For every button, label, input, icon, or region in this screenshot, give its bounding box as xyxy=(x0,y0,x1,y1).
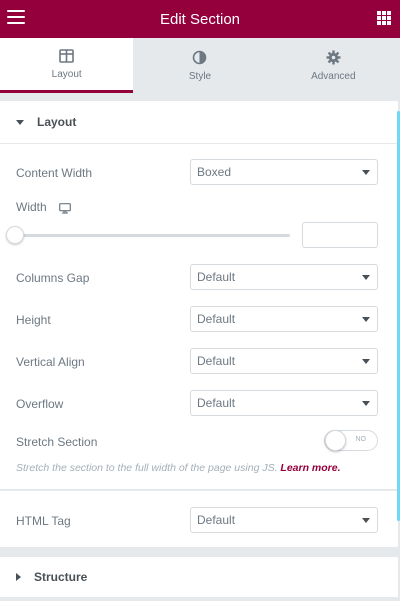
chevron-down-icon xyxy=(362,518,370,523)
grid-icon[interactable] xyxy=(377,11,391,25)
height-select[interactable]: Default xyxy=(190,306,378,332)
chevron-down-icon xyxy=(362,275,370,280)
chevron-down-icon xyxy=(362,401,370,406)
toggle-knob xyxy=(325,430,346,451)
html-tag-value: Default xyxy=(197,513,236,527)
panel-title: Edit Section xyxy=(159,10,241,28)
html-tag-select[interactable]: Default xyxy=(190,507,378,533)
width-label: Width xyxy=(16,200,47,214)
width-slider-handle[interactable] xyxy=(6,226,24,244)
content-width-label: Content Width xyxy=(16,166,93,180)
layout-panel: Content Width Boxed Width Columns Gap De… xyxy=(0,144,398,489)
layout-icon xyxy=(59,48,74,64)
columns-gap-select[interactable]: Default xyxy=(190,264,378,290)
stretch-section-label: Stretch Section xyxy=(16,435,98,449)
tab-style[interactable]: Style xyxy=(133,38,266,93)
content-width-select[interactable]: Boxed xyxy=(190,159,378,185)
section-layout-toggle[interactable]: Layout xyxy=(0,101,398,143)
stretch-help-text: Stretch the section to the full width of… xyxy=(16,462,341,474)
chevron-down-icon xyxy=(362,317,370,322)
learn-more-link[interactable]: Learn more. xyxy=(280,462,340,474)
controls-area: Layout Content Width Boxed Width Columns… xyxy=(0,101,398,601)
caret-down-icon xyxy=(16,119,24,125)
chevron-down-icon xyxy=(362,359,370,364)
chevron-down-icon xyxy=(362,170,370,175)
half-circle-icon xyxy=(192,50,207,66)
vertical-align-label: Vertical Align xyxy=(16,355,85,369)
tab-layout[interactable]: Layout xyxy=(0,38,134,93)
overflow-value: Default xyxy=(197,396,236,410)
toggle-state-text: NO xyxy=(355,436,367,443)
desktop-icon[interactable] xyxy=(59,201,71,219)
hamburger-icon[interactable] xyxy=(7,10,25,26)
overflow-select[interactable]: Default xyxy=(190,390,378,416)
width-slider-track[interactable] xyxy=(16,234,290,237)
html-tag-label: HTML Tag xyxy=(16,514,71,528)
columns-gap-label: Columns Gap xyxy=(16,271,90,285)
height-label: Height xyxy=(16,313,51,327)
tab-layout-label: Layout xyxy=(51,69,82,80)
section-structure-title: Structure xyxy=(34,570,88,584)
editor-header: Edit Section xyxy=(0,0,400,38)
vertical-align-value: Default xyxy=(197,354,236,368)
overflow-label: Overflow xyxy=(16,397,64,411)
content-width-value: Boxed xyxy=(197,165,232,179)
vertical-align-select[interactable]: Default xyxy=(190,348,378,374)
width-number-input[interactable] xyxy=(302,222,378,248)
section-layout-title: Layout xyxy=(37,115,77,129)
tab-advanced[interactable]: Advanced xyxy=(267,38,400,93)
tab-advanced-label: Advanced xyxy=(311,70,356,82)
columns-gap-value: Default xyxy=(197,270,236,284)
tab-bar: Layout Style Advanced xyxy=(0,38,400,93)
html-tag-panel: HTML Tag Default xyxy=(0,491,398,547)
help-text: Stretch the section to the full width of… xyxy=(16,462,278,474)
stretch-section-toggle[interactable]: NO xyxy=(324,430,378,451)
gear-icon xyxy=(326,50,341,66)
height-value: Default xyxy=(197,312,236,326)
section-structure-toggle[interactable]: Structure xyxy=(0,557,398,597)
tab-style-label: Style xyxy=(188,70,212,82)
caret-right-icon xyxy=(16,573,21,581)
